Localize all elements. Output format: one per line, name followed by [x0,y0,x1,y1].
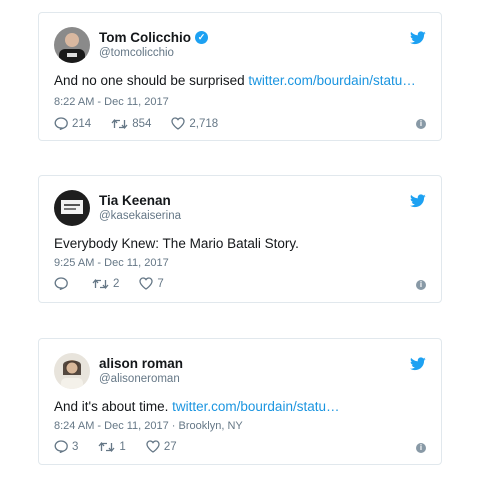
display-name-text[interactable]: alison roman [99,356,183,371]
tweet-timestamp[interactable]: 9:25 AM - Dec 11, 2017 [54,257,169,269]
display-name-text[interactable]: Tom Colicchio [99,30,191,45]
avatar-alisoneroman[interactable] [54,353,90,389]
display-name[interactable]: Tia Keenan [99,193,171,208]
heart-icon [139,277,154,290]
retweet-button[interactable]: 854 [111,118,151,130]
tweet-timestamp[interactable]: 8:22 AM - Dec 11, 2017 [54,96,169,108]
tweet-card-tomcolicchio[interactable]: Tom Colicchio ✓ @tomcolicchio And no one… [38,12,442,141]
tweet-link[interactable]: twitter.com/bourdain/statu… [248,73,415,88]
tweet-text-body: And no one should be surprised [54,73,249,88]
display-name[interactable]: Tom Colicchio ✓ [99,30,209,45]
reply-button[interactable]: 214 [54,117,91,130]
retweet-icon [98,441,115,452]
tweet-actions: 2 7 [54,277,184,290]
like-button[interactable]: 2,718 [171,117,218,130]
like-button[interactable]: 27 [146,440,177,453]
tweet-actions: 3 1 27 [54,440,197,453]
retweet-button[interactable]: 2 [92,278,119,290]
tweet-link[interactable]: twitter.com/bourdain/statu… [172,399,339,414]
tweet-text: And it's about time. twitter.com/bourdai… [54,399,339,414]
like-button[interactable]: 7 [139,277,164,290]
like-count: 27 [163,440,177,453]
handle[interactable]: @alisoneroman [99,373,180,385]
twitter-bird-icon[interactable] [410,31,426,45]
tweet-text: And no one should be surprised twitter.c… [54,73,416,88]
tweet-actions: 214 854 2,718 [54,117,238,130]
retweet-count: 2 [113,277,120,290]
reply-icon [54,277,68,290]
avatar-tomcolicchio[interactable] [54,27,90,63]
reply-count: 214 [72,117,92,130]
heart-icon [146,440,160,453]
tweet-text-body: Everybody Knew: The Mario Batali Story. [54,236,299,251]
tweet-card-kasekaiserina[interactable]: Tia Keenan @kasekaiserina Everybody Knew… [38,175,442,303]
tweet-text: Everybody Knew: The Mario Batali Story. [54,236,299,251]
retweet-count: 1 [119,440,126,453]
display-name-text[interactable]: Tia Keenan [99,193,171,208]
handle[interactable]: @kasekaiserina [99,210,181,222]
twitter-bird-icon[interactable] [410,194,426,208]
like-count: 2,718 [189,117,219,130]
display-name[interactable]: alison roman [99,356,183,371]
reply-icon [54,440,68,453]
reply-button[interactable] [54,277,72,290]
retweet-icon [111,118,128,129]
tweet-timestamp[interactable]: 8:24 AM - Dec 11, 2017 · Brooklyn, NY [54,420,243,432]
heart-icon [171,117,186,130]
handle[interactable]: @tomcolicchio [99,47,174,59]
reply-count: 3 [72,440,79,453]
info-icon[interactable]: i [416,280,426,290]
tweet-text-body: And it's about time. [54,399,173,414]
like-count: 7 [157,277,164,290]
tweet-card-alisoneroman[interactable]: alison roman @alisoneroman And it's abou… [38,338,442,465]
retweet-icon [92,278,109,289]
verified-badge-icon: ✓ [195,31,209,44]
retweet-count: 854 [132,117,152,130]
info-icon[interactable]: i [416,443,426,453]
retweet-button[interactable]: 1 [98,440,126,453]
reply-button[interactable]: 3 [54,440,78,453]
avatar-kasekaiserina[interactable] [54,190,90,226]
twitter-bird-icon[interactable] [410,357,426,371]
info-icon[interactable]: i [416,119,426,129]
reply-icon [54,117,68,130]
